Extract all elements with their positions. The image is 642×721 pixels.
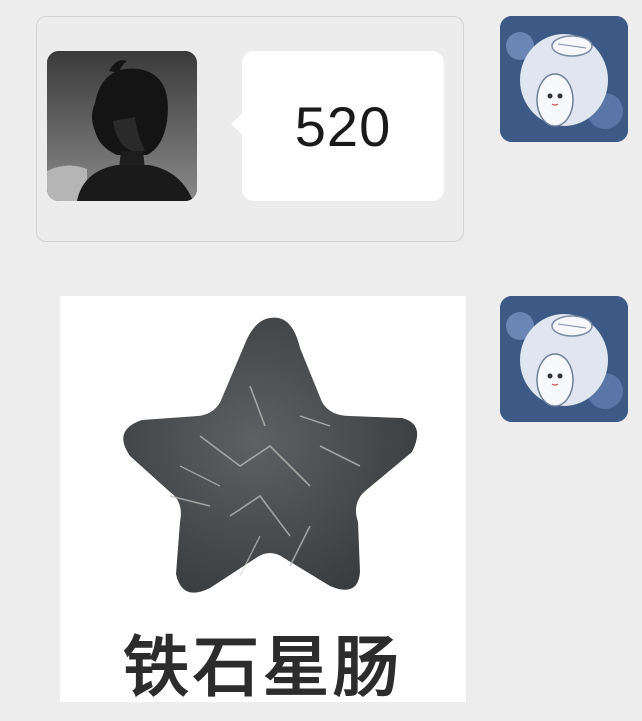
boy-portrait-icon xyxy=(47,51,197,201)
quoted-message-card[interactable]: 520 xyxy=(36,16,464,242)
quoted-text: 520 xyxy=(294,94,392,158)
self-avatar[interactable] xyxy=(500,296,628,422)
quoted-text-bubble[interactable]: 520 xyxy=(231,51,444,201)
sender-avatar[interactable] xyxy=(47,51,197,201)
stone-star-sticker[interactable]: 铁石星肠 xyxy=(60,296,466,702)
anime-girl-icon xyxy=(500,296,628,422)
anime-girl-icon xyxy=(500,16,628,142)
sticker-caption: 铁石星肠 xyxy=(123,629,403,702)
self-avatar[interactable] xyxy=(500,16,628,142)
